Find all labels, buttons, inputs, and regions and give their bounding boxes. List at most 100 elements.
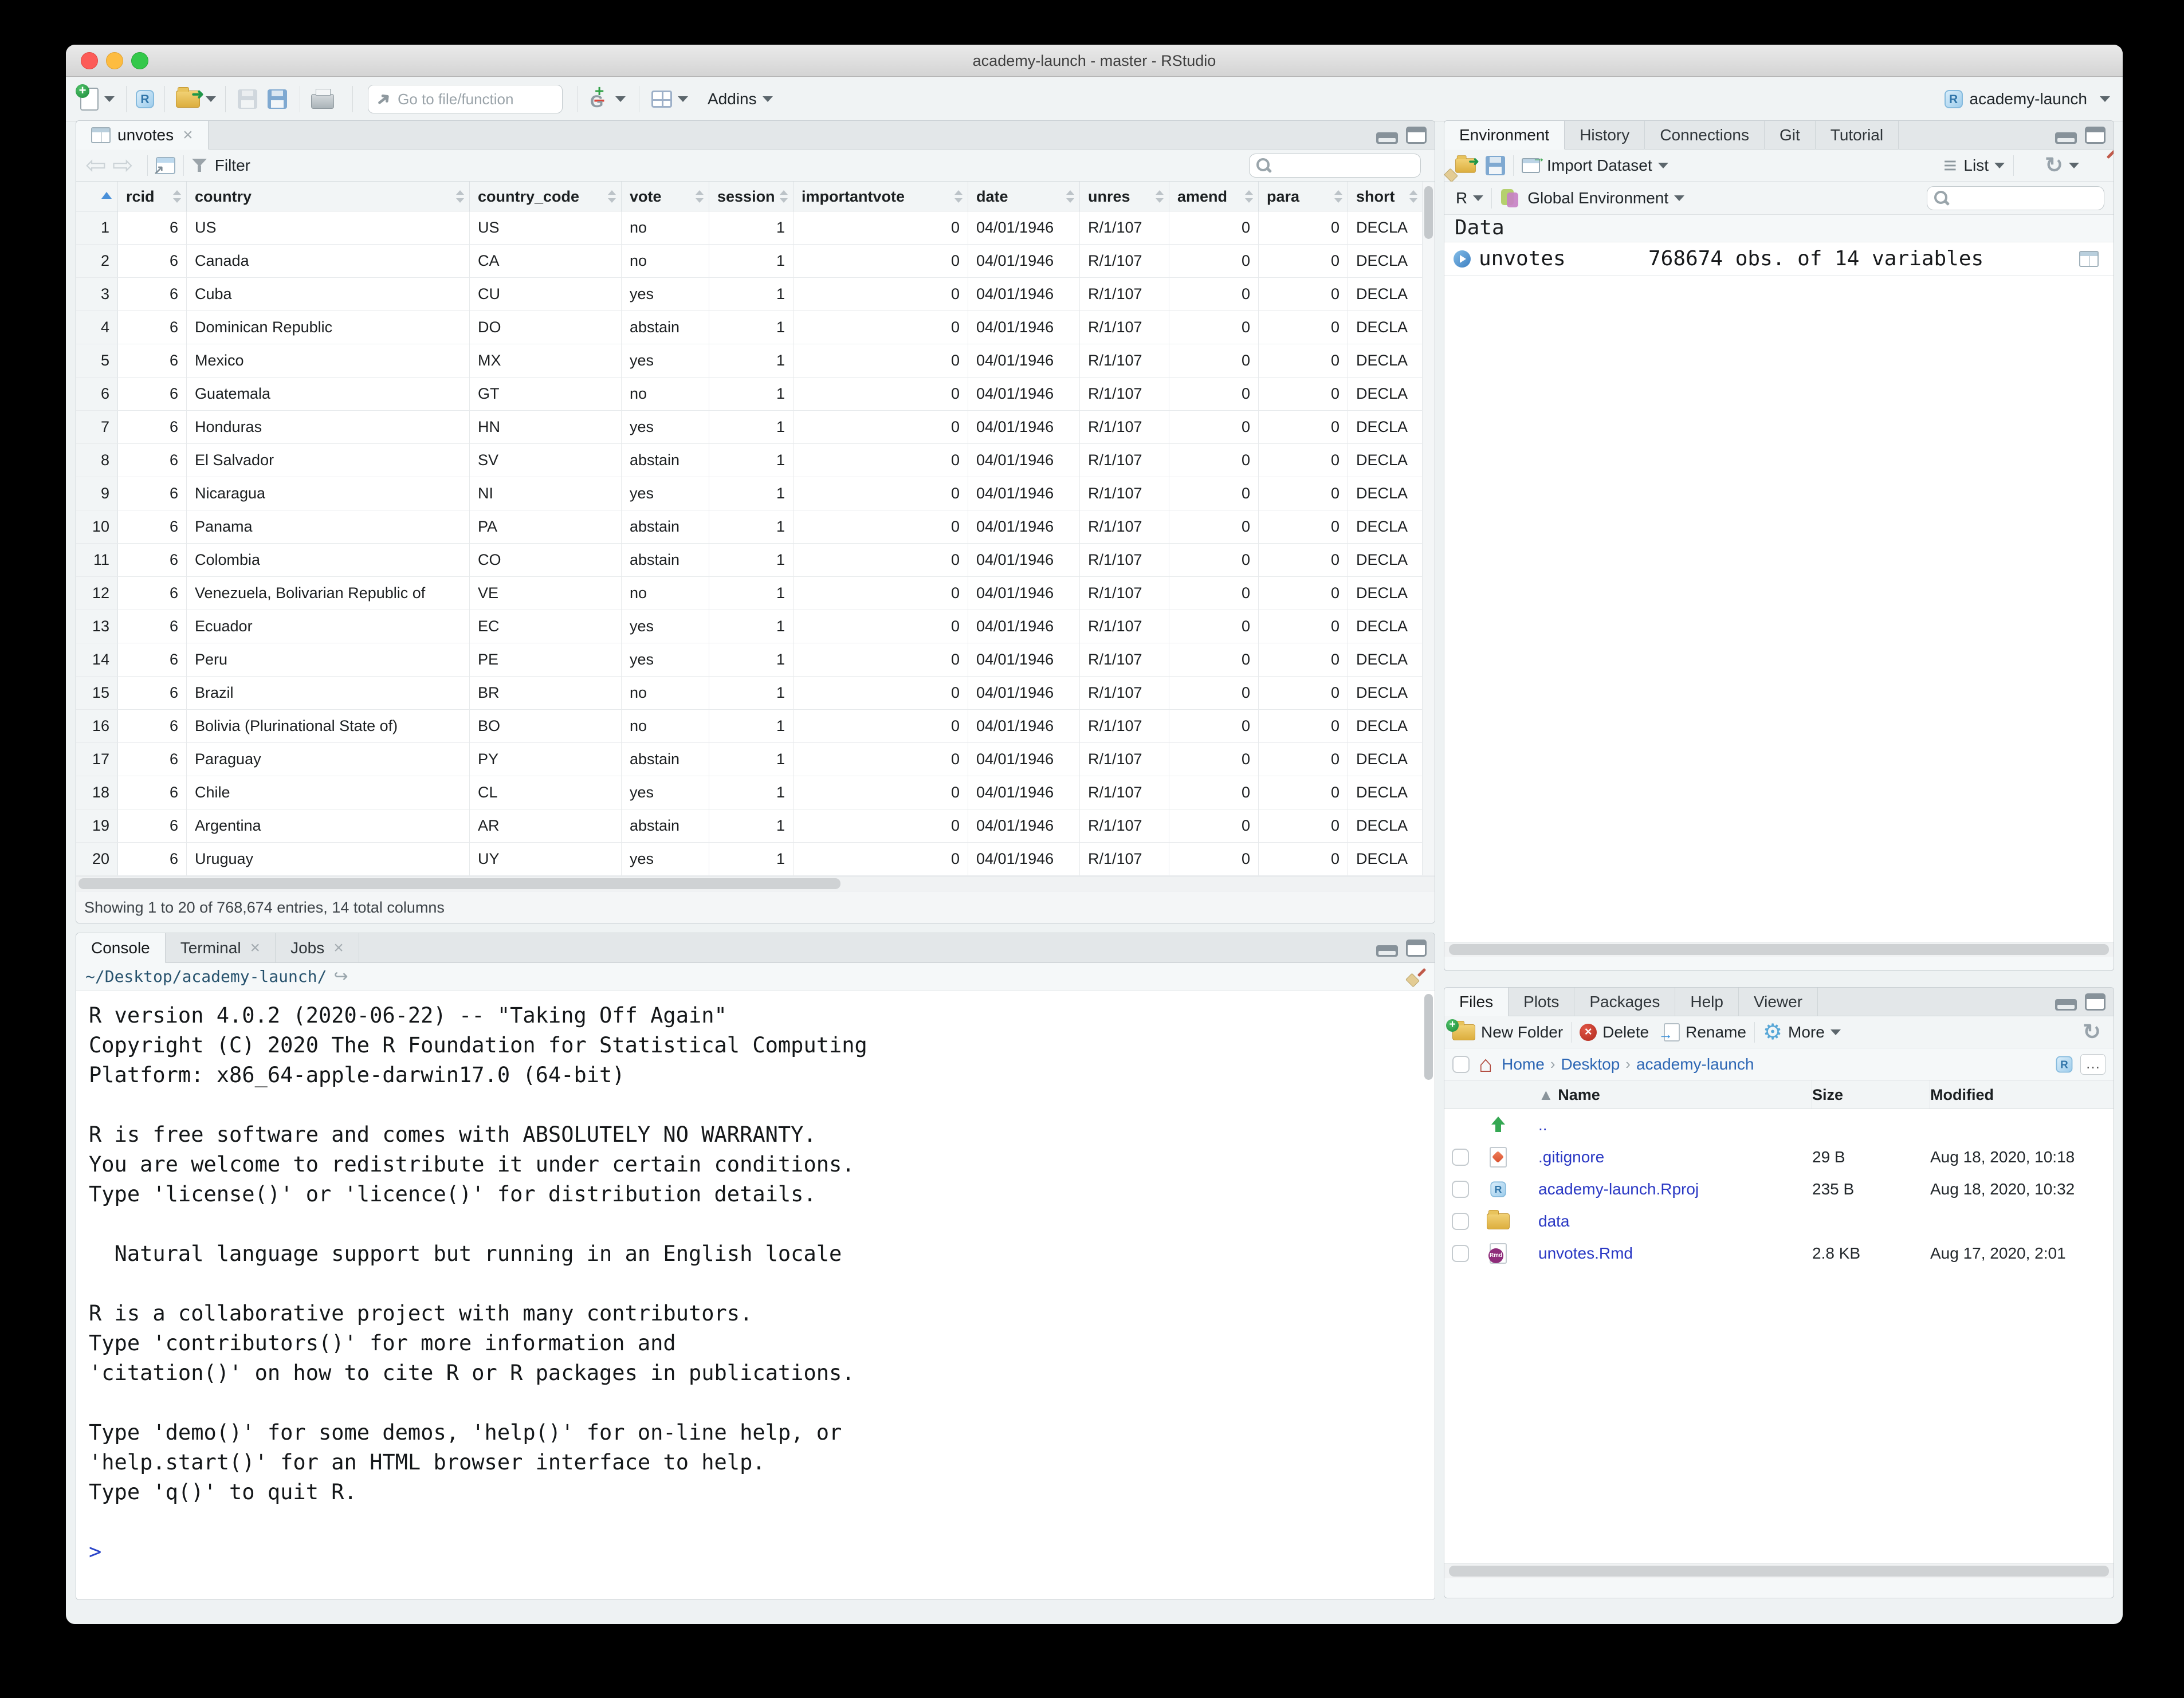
goto-directory-icon[interactable]: ↪ [333, 966, 348, 986]
breadcrumb-home[interactable]: Home [1502, 1055, 1545, 1074]
sort-toggle-icon[interactable] [607, 189, 616, 204]
file-link[interactable]: .gitignore [1520, 1148, 1812, 1166]
open-file-button[interactable]: ➜ [176, 77, 216, 121]
tab-viewer[interactable]: Viewer [1739, 988, 1818, 1016]
column-header-vote[interactable]: vote [622, 182, 709, 211]
column-header-country_code[interactable]: country_code [470, 182, 622, 211]
sort-toggle-icon[interactable] [172, 189, 182, 204]
file-link[interactable]: .. [1520, 1116, 1812, 1134]
table-row[interactable]: 16USUSno1004/01/1946R/1/10700DECLA [76, 211, 1435, 245]
minimize-pane-icon[interactable] [2055, 132, 2077, 144]
view-table-icon[interactable] [2079, 251, 2099, 267]
table-search-box[interactable] [1249, 154, 1421, 178]
more-path-button[interactable]: … [2080, 1054, 2106, 1075]
scrollbar-thumb[interactable] [1449, 944, 2109, 955]
table-row[interactable]: 206UruguayUYyes1004/01/1946R/1/10700DECL… [76, 843, 1435, 876]
environment-search-input[interactable] [1950, 194, 2098, 203]
table-row[interactable]: 106PanamaPAabstain1004/01/1946R/1/10700D… [76, 510, 1435, 544]
environment-search-box[interactable] [1927, 186, 2104, 210]
clear-console-icon[interactable] [1406, 968, 1424, 986]
header-size[interactable]: Size [1812, 1080, 1930, 1109]
tab-history[interactable]: History [1565, 121, 1645, 150]
save-workspace-icon[interactable] [1486, 156, 1505, 175]
global-environment-menu[interactable]: Global Environment [1527, 189, 1668, 207]
r-language-menu[interactable]: R [1456, 189, 1467, 207]
header-name[interactable]: ▲ Name [1520, 1080, 1812, 1109]
environment-horizontal-scrollbar[interactable] [1444, 942, 2114, 957]
back-icon[interactable]: ⇦ [85, 151, 107, 180]
column-header-date[interactable]: date [968, 182, 1080, 211]
breadcrumb-project[interactable]: academy-launch [1636, 1055, 1754, 1074]
table-search-input[interactable] [1272, 162, 1415, 170]
project-files-icon[interactable]: R [2056, 1056, 2073, 1072]
table-row[interactable]: 186ChileCLyes1004/01/1946R/1/10700DECLA [76, 776, 1435, 809]
select-all-checkbox[interactable] [1452, 1056, 1470, 1073]
forward-icon[interactable]: ⇨ [112, 151, 133, 180]
table-row[interactable]: 96NicaraguaNIyes1004/01/1946R/1/10700DEC… [76, 477, 1435, 510]
scrollbar-thumb[interactable] [1449, 1566, 2109, 1577]
breadcrumb-desktop[interactable]: Desktop [1561, 1055, 1620, 1074]
sort-toggle-icon[interactable] [695, 189, 704, 204]
maximize-pane-icon[interactable] [1406, 940, 1427, 957]
addins-menu[interactable]: Addins [708, 77, 773, 121]
tab-packages[interactable]: Packages [1574, 988, 1675, 1016]
minimize-pane-icon[interactable] [2055, 999, 2077, 1011]
tab-tutorial[interactable]: Tutorial [1816, 121, 1899, 150]
column-header-rcid[interactable]: rcid [118, 182, 187, 211]
table-row[interactable]: 86El SalvadorSVabstain1004/01/1946R/1/10… [76, 444, 1435, 477]
column-header-short[interactable]: short [1348, 182, 1423, 211]
refresh-files-icon[interactable]: ↻ [2083, 1019, 2101, 1045]
table-vertical-scrollbar[interactable] [1422, 183, 1435, 875]
sort-toggle-icon[interactable] [455, 189, 465, 204]
maximize-pane-icon[interactable] [2085, 127, 2106, 144]
close-tab-icon[interactable]: × [333, 933, 344, 963]
file-checkbox[interactable] [1452, 1213, 1469, 1230]
scrollbar-thumb[interactable] [78, 878, 840, 889]
file-checkbox[interactable] [1452, 1149, 1469, 1166]
table-row[interactable]: 26CanadaCAno1004/01/1946R/1/10700DECLA [76, 245, 1435, 278]
goto-file-search[interactable]: ➜ [368, 85, 563, 113]
file-checkbox[interactable] [1452, 1245, 1469, 1262]
table-row[interactable]: 156BrazilBRno1004/01/1946R/1/10700DECLA [76, 677, 1435, 710]
expand-object-icon[interactable] [1454, 250, 1471, 268]
tab-unvotes[interactable]: unvotes × [76, 121, 209, 150]
scrollbar-thumb[interactable] [1424, 186, 1433, 239]
tab-terminal[interactable]: Terminal × [166, 933, 276, 963]
file-link[interactable]: unvotes.Rmd [1520, 1244, 1812, 1263]
table-row[interactable]: 176ParaguayPYabstain1004/01/1946R/1/1070… [76, 743, 1435, 776]
more-menu[interactable]: More [1788, 1023, 1825, 1041]
table-row[interactable]: 116ColombiaCOabstain1004/01/1946R/1/1070… [76, 544, 1435, 577]
sort-toggle-icon[interactable] [1066, 189, 1075, 204]
tab-help[interactable]: Help [1675, 988, 1739, 1016]
column-header-amend[interactable]: amend [1169, 182, 1259, 211]
tab-connections[interactable]: Connections [1645, 121, 1765, 150]
load-workspace-icon[interactable]: ➜ [1455, 158, 1476, 173]
table-horizontal-scrollbar[interactable] [76, 876, 1435, 891]
scrollbar-thumb[interactable] [1424, 994, 1433, 1080]
project-menu[interactable]: R academy-launch [1945, 77, 2110, 121]
table-row[interactable]: 36CubaCUyes1004/01/1946R/1/10700DECLA [76, 278, 1435, 311]
column-header-country[interactable]: country [187, 182, 470, 211]
file-checkbox[interactable] [1452, 1181, 1469, 1198]
sort-toggle-icon[interactable] [779, 189, 788, 204]
delete-button[interactable]: Delete [1602, 1023, 1649, 1041]
open-in-new-window-icon[interactable] [156, 157, 175, 174]
tab-files[interactable]: Files [1444, 988, 1509, 1016]
pane-layout-button[interactable] [651, 77, 688, 121]
sort-toggle-icon[interactable] [1244, 189, 1254, 204]
clear-environment-icon[interactable] [1681, 156, 1699, 175]
tab-jobs[interactable]: Jobs × [276, 933, 359, 963]
table-row[interactable]: 146PeruPEyes1004/01/1946R/1/10700DECLA [76, 643, 1435, 677]
sort-toggle-icon[interactable] [1155, 189, 1164, 204]
sort-toggle-icon[interactable] [954, 189, 963, 204]
column-header-importantvote[interactable]: importantvote [794, 182, 968, 211]
table-row[interactable]: 76HondurasHNyes1004/01/1946R/1/10700DECL… [76, 411, 1435, 444]
save-all-button[interactable] [268, 77, 287, 121]
close-tab-icon[interactable]: × [250, 933, 261, 963]
file-link[interactable]: data [1520, 1212, 1812, 1231]
new-project-button[interactable]: R [136, 77, 154, 121]
tab-console[interactable]: Console [76, 933, 166, 963]
minimize-pane-icon[interactable] [1376, 132, 1398, 144]
rename-button[interactable]: Rename [1686, 1023, 1746, 1041]
environment-object-unvotes[interactable]: unvotes 768674 obs. of 14 variables [1444, 242, 2114, 276]
